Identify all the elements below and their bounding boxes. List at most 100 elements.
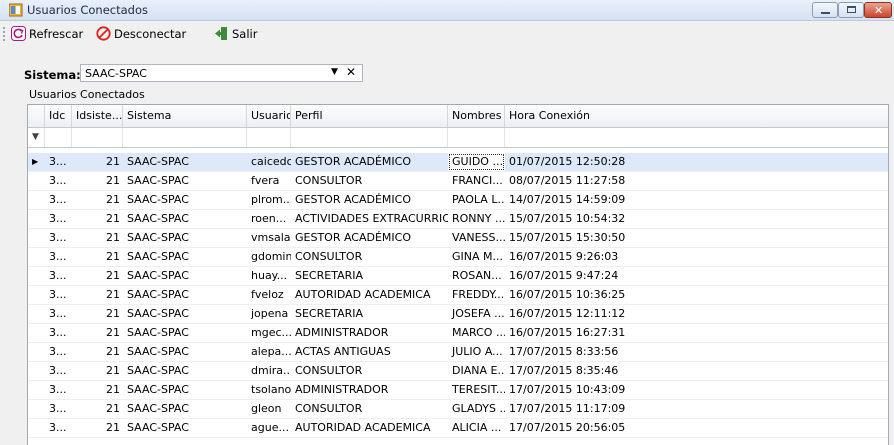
table-row[interactable]: 3... 21 SAAC-SPAC alepa... ACTAS ANTIGUAS JUL… <box>28 343 888 362</box>
cell-sistema[interactable]: SAAC-SPAC <box>123 267 247 285</box>
cell-sistema[interactable]: SAAC-SPAC <box>123 248 247 266</box>
column-header-nombres[interactable]: Nombres <box>448 105 505 127</box>
cell-perfil[interactable]: CONSULTOR <box>291 400 448 418</box>
cell-perfil[interactable]: SECRETARIA <box>291 305 448 323</box>
table-row[interactable]: 3... 21 SAAC-SPAC gdomin CONSULTOR GINA M... 1… <box>28 248 888 267</box>
cell-idc[interactable]: 3... <box>45 153 72 171</box>
cell-perfil[interactable]: ADMINISTRADOR <box>291 381 448 399</box>
cell-idc[interactable]: 3... <box>45 210 72 228</box>
cell-sistema[interactable]: SAAC-SPAC <box>123 362 247 380</box>
cell-perfil[interactable]: CONSULTOR <box>291 248 448 266</box>
cell-nombres[interactable]: GUIDO ... <box>448 153 505 171</box>
cell-idsistema[interactable]: 21 <box>72 343 123 361</box>
cell-usuario[interactable]: gleon <box>247 400 291 418</box>
cell-idc[interactable]: 3... <box>45 286 72 304</box>
column-header-sistema[interactable]: Sistema <box>123 105 247 127</box>
clear-icon[interactable]: ✕ <box>346 65 356 79</box>
filter-cell[interactable] <box>123 128 247 147</box>
table-row[interactable]: 3... 21 SAAC-SPAC gleon CONSULTOR GLADYS ... 1… <box>28 400 888 419</box>
table-row[interactable]: 3... 21 SAAC-SPAC mgec... ADMINISTRADOR MARCO… <box>28 324 888 343</box>
cell-usuario[interactable]: vmsalaz <box>247 229 291 247</box>
cell-usuario[interactable]: dmira... <box>247 362 291 380</box>
cell-idc[interactable]: 3... <box>45 362 72 380</box>
table-row[interactable]: 3... 21 SAAC-SPAC dmira... CONSULTOR DIANA E.… <box>28 362 888 381</box>
table-row[interactable]: 3... 21 SAAC-SPAC huay... SECRETARIA ROSAN...… <box>28 267 888 286</box>
cell-idc[interactable]: 3... <box>45 324 72 342</box>
cell-perfil[interactable]: AUTORIDAD ACADEMICA <box>291 419 448 437</box>
connected-users-grid[interactable]: Idc Idsiste... Sistema Usuario Perfil No… <box>27 104 889 445</box>
cell-nombres[interactable]: FREDDY... <box>448 286 505 304</box>
cell-usuario[interactable]: ague... <box>247 419 291 437</box>
cell-usuario[interactable]: fvera <box>247 172 291 190</box>
cell-usuario[interactable]: alepa... <box>247 343 291 361</box>
cell-perfil[interactable]: GESTOR ACADÉMICO <box>291 229 448 247</box>
cell-perfil[interactable]: CONSULTOR <box>291 172 448 190</box>
cell-usuario[interactable]: tsolano <box>247 381 291 399</box>
cell-idc[interactable]: 3... <box>45 343 72 361</box>
cell-usuario[interactable]: jopena <box>247 305 291 323</box>
filter-cell[interactable] <box>45 128 72 147</box>
cell-idsistema[interactable]: 21 <box>72 305 123 323</box>
cell-hora-conexion[interactable]: 16/07/2015 10:36:25 <box>505 286 888 304</box>
minimize-button[interactable] <box>812 2 838 18</box>
cell-usuario[interactable]: fveloz <box>247 286 291 304</box>
table-row[interactable]: 3... 21 SAAC-SPAC jopena SECRETARIA JOSEFA ..… <box>28 305 888 324</box>
cell-nombres[interactable]: RONNY ... <box>448 210 505 228</box>
cell-nombres[interactable]: MARCO ... <box>448 324 505 342</box>
filter-cell[interactable] <box>291 128 448 147</box>
cell-idsistema[interactable]: 21 <box>72 362 123 380</box>
cell-nombres[interactable]: ALICIA ... <box>448 419 505 437</box>
cell-nombres[interactable]: PAOLA L... <box>448 191 505 209</box>
disconnect-button[interactable]: Desconectar <box>96 26 211 42</box>
cell-idsistema[interactable]: 21 <box>72 381 123 399</box>
cell-idc[interactable]: 3... <box>45 191 72 209</box>
cell-idc[interactable]: 3... <box>45 305 72 323</box>
filter-cell[interactable] <box>448 128 505 147</box>
column-header-hora-conexion[interactable]: Hora Conexión <box>505 105 888 127</box>
column-header-perfil[interactable]: Perfil <box>291 105 448 127</box>
cell-hora-conexion[interactable]: 14/07/2015 14:59:09 <box>505 191 888 209</box>
table-row[interactable]: 3... 21 SAAC-SPAC roen... ACTIVIDADES EXTRAC… <box>28 210 888 229</box>
cell-idsistema[interactable]: 21 <box>72 248 123 266</box>
cell-hora-conexion[interactable]: 16/07/2015 16:27:31 <box>505 324 888 342</box>
cell-nombres[interactable]: VANESS... <box>448 229 505 247</box>
cell-hora-conexion[interactable]: 15/07/2015 10:54:32 <box>505 210 888 228</box>
cell-nombres[interactable]: FRANCI... <box>448 172 505 190</box>
cell-sistema[interactable]: SAAC-SPAC <box>123 381 247 399</box>
cell-nombres[interactable]: GINA M... <box>448 248 505 266</box>
filter-cell[interactable] <box>247 128 291 147</box>
filter-cell[interactable] <box>72 128 123 147</box>
cell-idsistema[interactable]: 21 <box>72 210 123 228</box>
cell-usuario[interactable]: caicedo <box>247 153 291 171</box>
cell-nombres[interactable]: JULIO A... <box>448 343 505 361</box>
cell-sistema[interactable]: SAAC-SPAC <box>123 191 247 209</box>
cell-sistema[interactable]: SAAC-SPAC <box>123 229 247 247</box>
column-header-usuario[interactable]: Usuario <box>247 105 291 127</box>
cell-usuario[interactable]: roen... <box>247 210 291 228</box>
cell-nombres[interactable]: JOSEFA ... <box>448 305 505 323</box>
table-row[interactable]: 3... 21 SAAC-SPAC ague... AUTORIDAD ACADEMIC… <box>28 419 888 438</box>
cell-perfil[interactable]: ACTAS ANTIGUAS <box>291 343 448 361</box>
cell-hora-conexion[interactable]: 17/07/2015 8:35:46 <box>505 362 888 380</box>
cell-hora-conexion[interactable]: 08/07/2015 11:27:58 <box>505 172 888 190</box>
cell-idsistema[interactable]: 21 <box>72 267 123 285</box>
filter-cell[interactable] <box>505 128 888 147</box>
cell-nombres[interactable]: ROSAN... <box>448 267 505 285</box>
cell-idc[interactable]: 3... <box>45 229 72 247</box>
cell-hora-conexion[interactable]: 01/07/2015 12:50:28 <box>505 153 888 171</box>
cell-hora-conexion[interactable]: 17/07/2015 11:17:09 <box>505 400 888 418</box>
cell-perfil[interactable]: CONSULTOR <box>291 362 448 380</box>
cell-idsistema[interactable]: 21 <box>72 229 123 247</box>
cell-sistema[interactable]: SAAC-SPAC <box>123 210 247 228</box>
cell-hora-conexion[interactable]: 16/07/2015 12:11:12 <box>505 305 888 323</box>
cell-sistema[interactable]: SAAC-SPAC <box>123 305 247 323</box>
column-header-idc[interactable]: Idc <box>45 105 72 127</box>
cell-nombres[interactable]: GLADYS ... <box>448 400 505 418</box>
cell-idsistema[interactable]: 21 <box>72 324 123 342</box>
maximize-button[interactable] <box>838 2 864 18</box>
cell-idc[interactable]: 3... <box>45 400 72 418</box>
cell-idc[interactable]: 3... <box>45 172 72 190</box>
cell-idsistema[interactable]: 21 <box>72 286 123 304</box>
cell-hora-conexion[interactable]: 17/07/2015 10:43:09 <box>505 381 888 399</box>
cell-perfil[interactable]: GESTOR ACADÉMICO <box>291 153 448 171</box>
